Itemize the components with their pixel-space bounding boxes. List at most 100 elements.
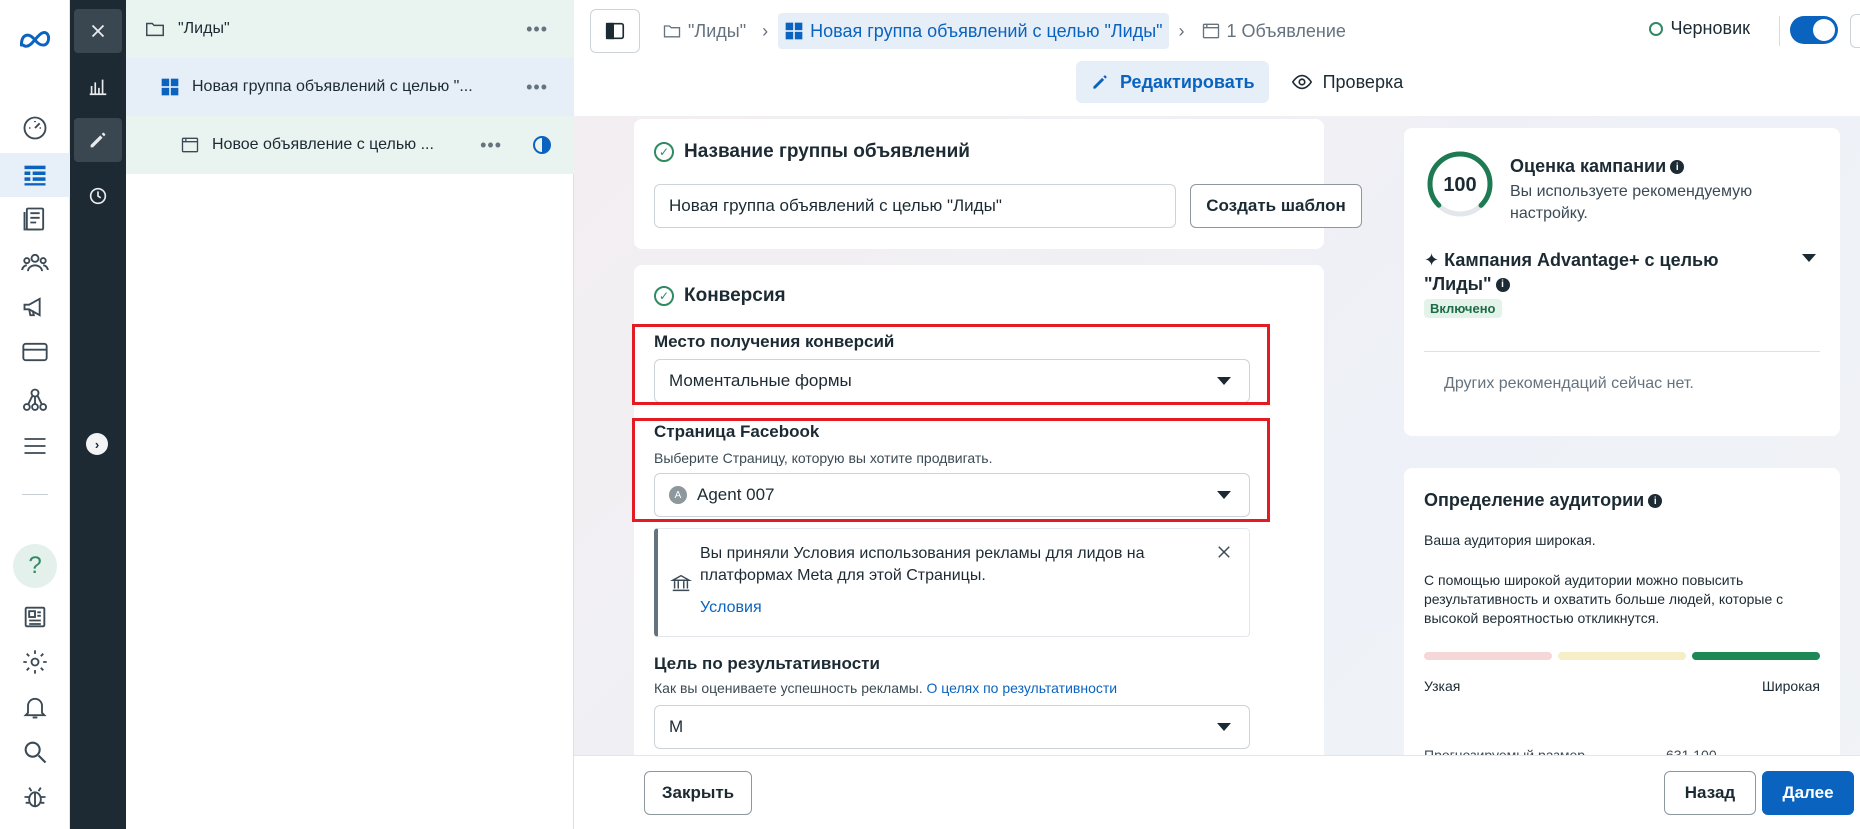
help-icon[interactable]: ? [13, 544, 57, 588]
audience-state: Ваша аудитория широкая. [1424, 532, 1596, 548]
edit-pencil-icon[interactable] [74, 118, 122, 162]
campaign-tree: "Лиды" ••• Новая группа объявлений с цел… [126, 0, 574, 829]
pencil-icon [1093, 75, 1107, 89]
mode-tabs: Редактировать Проверка [1076, 61, 1417, 103]
checkmark-icon: ✓ [654, 286, 674, 306]
audiences-icon[interactable] [0, 241, 70, 285]
toggle-sidebar-button[interactable] [590, 9, 640, 53]
status-label: Черновик [1670, 18, 1750, 38]
breadcrumb-label: "Лиды" [688, 20, 747, 41]
history-clock-icon[interactable] [74, 174, 122, 218]
adset-name-header: ✓ Название группы объявлений [654, 141, 970, 163]
bug-report-icon[interactable] [0, 775, 70, 819]
collapse-caret-icon[interactable] [1802, 254, 1816, 262]
button-label: Далее [1782, 783, 1834, 802]
tab-edit[interactable]: Редактировать [1076, 61, 1269, 103]
button-label: Создать шаблон [1206, 196, 1346, 215]
performance-goals-link[interactable]: О целях по результативности [926, 680, 1117, 696]
adset-grid-icon [785, 22, 803, 40]
more-options-icon[interactable]: ••• [526, 19, 548, 40]
settings-gear-icon[interactable] [0, 640, 70, 684]
breadcrumb-label: 1 Объявление [1226, 20, 1346, 41]
ad-window-icon [181, 137, 199, 153]
search-icon[interactable] [0, 730, 70, 774]
editor-footer: Закрыть Назад Далее [574, 755, 1860, 829]
notifications-bell-icon[interactable] [0, 685, 70, 729]
audience-definition-card: Определение аудитории i Ваша аудитория ши… [1404, 468, 1840, 768]
more-options-icon[interactable]: ••• [480, 135, 502, 156]
meter-narrow-label: Узкая [1424, 678, 1461, 694]
performance-goal-select[interactable]: М [654, 705, 1250, 749]
meter-broad-label: Широкая [1761, 678, 1820, 694]
help-icon-glyph: ? [28, 552, 42, 579]
megaphone-icon[interactable] [0, 285, 70, 329]
tab-label: Редактировать [1120, 71, 1255, 92]
breadcrumb: "Лиды" › Новая группа объявлений с целью… [590, 9, 1352, 53]
score-subtitle: Вы используете рекомендуемую настройку. [1510, 183, 1753, 222]
create-template-button[interactable]: Создать шаблон [1190, 184, 1362, 228]
highlight-box-facebook-page [632, 418, 1270, 522]
reporting-chart-icon[interactable] [74, 64, 122, 108]
button-label: Закрыть [661, 783, 735, 802]
tab-label: Проверка [1322, 71, 1404, 92]
tree-item-label: "Лиды" [178, 20, 230, 37]
global-nav-rail: ? [0, 0, 70, 829]
ad-window-icon [1202, 23, 1219, 39]
no-recommendations-text: Других рекомендаций сейчас нет. [1444, 375, 1694, 392]
audience-title: Определение аудитории i [1424, 490, 1663, 511]
tree-item-label: Новая группа объявлений с целью "... [192, 78, 473, 95]
folder-icon [146, 22, 164, 37]
adset-grid-icon [161, 78, 179, 96]
score-ring: 100 [1427, 151, 1493, 217]
card-title: Конверсия [684, 285, 786, 306]
network-hub-icon[interactable] [0, 378, 70, 422]
info-icon[interactable]: i [1648, 494, 1663, 509]
checkmark-icon: ✓ [654, 142, 674, 162]
next-button[interactable]: Далее [1762, 771, 1854, 815]
select-value: М [669, 717, 684, 736]
divider [1424, 351, 1820, 352]
adset-name-input[interactable]: Новая группа объявлений с целью "Лиды" [654, 184, 1176, 228]
terms-link[interactable]: Условия [700, 599, 762, 617]
ads-manager-table-icon[interactable] [0, 153, 70, 197]
campaign-score-card: 100 Оценка кампании i Вы используете реко… [1404, 128, 1840, 436]
breadcrumb-ad[interactable]: 1 Объявление [1195, 13, 1352, 49]
draft-status: Черновик [1648, 18, 1750, 39]
close-button[interactable]: Закрыть [644, 771, 752, 815]
tab-review[interactable]: Проверка [1277, 61, 1418, 103]
expand-chevron-icon[interactable]: › [86, 433, 108, 455]
on-off-toggle[interactable] [1790, 16, 1838, 44]
tree-item-campaign[interactable]: "Лиды" ••• [126, 0, 574, 58]
dashboard-gauge-icon[interactable] [0, 106, 70, 150]
catalog-pages-icon[interactable] [0, 197, 70, 241]
score-title: Оценка кампании i [1510, 156, 1685, 177]
adset-name-card: ✓ Название группы объявлений Новая групп… [634, 119, 1362, 249]
editor-topbar: "Лиды" › Новая группа объявлений с целью… [574, 0, 1860, 116]
tree-item-adset[interactable]: Новая группа объявлений с целью "... ••• [126, 58, 574, 116]
topbar-divider [1779, 16, 1780, 46]
panel-edge-handle[interactable] [1850, 14, 1860, 48]
back-button[interactable]: Назад [1664, 771, 1756, 815]
billing-card-icon[interactable] [0, 330, 70, 374]
menu-icon[interactable] [0, 424, 70, 468]
breadcrumb-campaign[interactable]: "Лиды" [656, 13, 752, 49]
breadcrumb-adset[interactable]: Новая группа объявлений с целью "Лиды" [778, 13, 1169, 49]
info-icon[interactable]: i [1670, 160, 1685, 175]
tree-item-ad[interactable]: Новое объявление с целью ... ••• [126, 116, 574, 174]
caret-down-icon [1217, 723, 1231, 731]
notice-text: Вы приняли Условия использования рекламы… [700, 545, 1145, 584]
more-options-icon[interactable]: ••• [526, 77, 548, 98]
button-label: Назад [1684, 783, 1736, 802]
meta-logo-icon[interactable] [0, 18, 70, 62]
chevron-right-icon: › [1178, 20, 1185, 41]
news-icon[interactable] [0, 595, 70, 639]
tree-item-label: Новое объявление с целью ... [212, 136, 434, 153]
editor-main: "Лиды" › Новая группа объявлений с целью… [574, 0, 1860, 829]
close-icon[interactable] [1215, 543, 1233, 561]
close-editor-icon[interactable] [74, 9, 122, 53]
status-ring-icon [1648, 21, 1663, 36]
info-icon[interactable]: i [1495, 278, 1510, 293]
performance-goal-hint: Как вы оцениваете успешность рекламы. О … [654, 680, 1117, 696]
advantage-title-text: Кампания Advantage+ с целью "Лиды" [1424, 250, 1719, 294]
chevron-right-icon: › [762, 20, 769, 41]
